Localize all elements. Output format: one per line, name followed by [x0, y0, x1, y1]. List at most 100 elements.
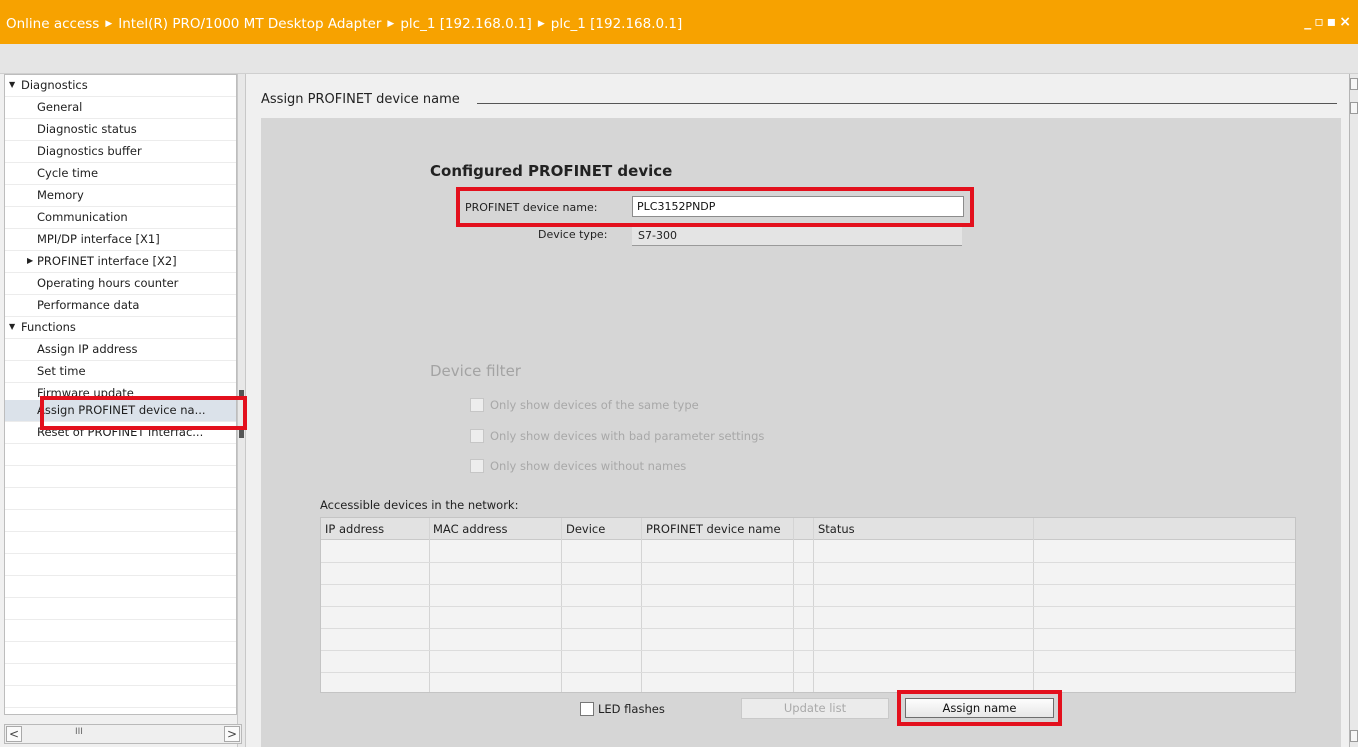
tree-item-label: Functions	[21, 320, 76, 334]
filter-without-names-checkbox[interactable]: Only show devices without names	[470, 458, 686, 474]
led-flashes-label: LED flashes	[598, 701, 665, 716]
tree-item-label: Assign IP address	[37, 342, 138, 356]
filter-bad-params-checkbox[interactable]: Only show devices with bad parameter set…	[470, 428, 764, 444]
collapsed-triangle-icon[interactable]: ▶	[27, 256, 33, 265]
tree-item-label: Assign PROFINET device na...	[37, 403, 206, 417]
column-header-device[interactable]: Device	[566, 522, 605, 536]
column-header-ip-address[interactable]: IP address	[325, 522, 384, 536]
splitter-grip-icon[interactable]	[239, 428, 244, 438]
title-bar: Online access ▶ Intel(R) PRO/1000 MT Deskt…	[0, 0, 1358, 44]
checkbox-icon[interactable]	[470, 428, 484, 443]
close-icon[interactable]: ×	[1339, 14, 1354, 30]
column-header-mac-address[interactable]: MAC address	[433, 522, 507, 536]
filter-same-type-checkbox[interactable]: Only show devices of the same type	[470, 397, 699, 413]
window-controls: _▫▪×	[1304, 14, 1354, 30]
tree-item-functions[interactable]: ▼ Functions	[5, 317, 236, 339]
checkbox-icon[interactable]	[580, 701, 594, 716]
tree-item-memory[interactable]: Memory	[5, 185, 236, 207]
maximize-icon[interactable]: ▪	[1327, 14, 1340, 30]
led-flashes-checkbox[interactable]: LED flashes	[580, 701, 665, 717]
tree-empty-row	[5, 554, 236, 576]
expanded-triangle-icon[interactable]: ▼	[9, 80, 15, 89]
column-header-status[interactable]: Status	[818, 522, 855, 536]
tree-item-label: Cycle time	[37, 166, 99, 180]
tree-empty-row	[5, 510, 236, 532]
assign-name-button[interactable]: Assign name	[905, 698, 1054, 718]
expanded-triangle-icon[interactable]: ▼	[9, 322, 15, 331]
tree-horizontal-scrollbar[interactable]: < III >	[4, 724, 242, 744]
tree-item-performance-data[interactable]: Performance data	[5, 295, 236, 317]
device-type-label: Device type:	[538, 228, 608, 241]
breadcrumb-item-plc[interactable]: plc_1 [192.168.0.1]	[400, 16, 532, 32]
device-filter-heading: Device filter	[430, 362, 521, 380]
panel-splitter[interactable]	[237, 74, 246, 747]
tree-item-cycle-time[interactable]: Cycle time	[5, 163, 236, 185]
tree-item-assign-profinet-device-name[interactable]: Assign PROFINET device na...	[5, 400, 236, 422]
tree-empty-row	[5, 686, 236, 708]
tree-item-profinet-interface[interactable]: ▶ PROFINET interface [X2]	[5, 251, 236, 273]
minimize-icon[interactable]: _	[1304, 14, 1314, 30]
tree-empty-row	[5, 664, 236, 686]
scroll-thumb-icon[interactable]	[1350, 102, 1358, 114]
checkbox-icon[interactable]	[470, 397, 484, 412]
tree-item-label: Diagnostic status	[37, 122, 137, 136]
scroll-up-icon[interactable]	[1350, 78, 1358, 90]
table-row	[321, 562, 1295, 563]
tree-empty-row	[5, 620, 236, 642]
tree-item-diagnostics-buffer[interactable]: Diagnostics buffer	[5, 141, 236, 163]
tree-item-label: Communication	[37, 210, 128, 224]
tree-item-communication[interactable]: Communication	[5, 207, 236, 229]
vertical-scrollbar[interactable]	[1349, 74, 1358, 747]
tree-empty-row	[5, 466, 236, 488]
tree-empty-row	[5, 642, 236, 664]
device-name-input[interactable]: PLC3152PNDP	[632, 196, 964, 217]
breadcrumb-item-online-access[interactable]: Online access	[6, 16, 99, 32]
restore-icon[interactable]: ▫	[1314, 14, 1327, 30]
tree-item-label: General	[37, 100, 83, 114]
tree-empty-row	[5, 444, 236, 466]
checkbox-icon[interactable]	[470, 458, 484, 473]
accessible-devices-table[interactable]: IP address MAC address Device PROFINET d…	[320, 517, 1296, 693]
splitter-grip-icon[interactable]	[239, 390, 244, 400]
tree-item-diagnostic-status[interactable]: Diagnostic status	[5, 119, 236, 141]
breadcrumb-item-plc-current[interactable]: plc_1 [192.168.0.1]	[551, 16, 683, 32]
navigation-tree: ▼ Diagnostics General Diagnostic status D…	[4, 74, 237, 715]
tree-item-label: Performance data	[37, 298, 140, 312]
breadcrumb-item-adapter[interactable]: Intel(R) PRO/1000 MT Desktop Adapter	[118, 16, 381, 32]
tree-empty-row	[5, 598, 236, 620]
tree-item-reset-profinet-interface[interactable]: Reset of PROFINET interfac...	[5, 422, 236, 444]
table-row	[321, 672, 1295, 673]
device-type-field: S7-300	[632, 227, 962, 246]
tree-empty-row	[5, 488, 236, 510]
breadcrumb-separator-icon: ▶	[537, 19, 545, 29]
table-row	[321, 606, 1295, 607]
scroll-down-icon[interactable]	[1350, 730, 1358, 742]
tree-item-label: Memory	[37, 188, 84, 202]
table-row	[321, 584, 1295, 585]
tree-item-label: Diagnostics	[21, 78, 88, 92]
tree-item-assign-ip-address[interactable]: Assign IP address	[5, 339, 236, 361]
filter-option-label: Only show devices without names	[490, 458, 687, 473]
accessible-devices-label: Accessible devices in the network:	[320, 498, 519, 512]
tree-item-label: MPI/DP interface [X1]	[37, 232, 160, 246]
tree-item-label: PROFINET interface [X2]	[37, 254, 177, 268]
tree-item-general[interactable]: General	[5, 97, 236, 119]
tree-item-label: Firmware update	[37, 386, 134, 400]
scroll-right-icon[interactable]: >	[224, 726, 240, 742]
tree-empty-row	[5, 532, 236, 554]
tree-item-set-time[interactable]: Set time	[5, 361, 236, 383]
tree-item-mpi-dp-interface[interactable]: MPI/DP interface [X1]	[5, 229, 236, 251]
section-title: Assign PROFINET device name	[261, 92, 466, 107]
column-divider	[793, 518, 794, 692]
breadcrumb: Online access ▶ Intel(R) PRO/1000 MT Deskt…	[6, 16, 682, 32]
update-list-button[interactable]: Update list	[741, 698, 889, 719]
table-row	[321, 650, 1295, 651]
scroll-left-icon[interactable]: <	[6, 726, 22, 742]
tree-item-operating-hours-counter[interactable]: Operating hours counter	[5, 273, 236, 295]
scroll-thumb[interactable]: III	[75, 727, 83, 737]
table-row	[321, 628, 1295, 629]
column-divider	[561, 518, 562, 692]
tree-item-diagnostics[interactable]: ▼ Diagnostics	[5, 75, 236, 97]
column-header-profinet-device-name[interactable]: PROFINET device name	[646, 522, 781, 536]
table-header: IP address MAC address Device PROFINET d…	[321, 518, 1295, 540]
